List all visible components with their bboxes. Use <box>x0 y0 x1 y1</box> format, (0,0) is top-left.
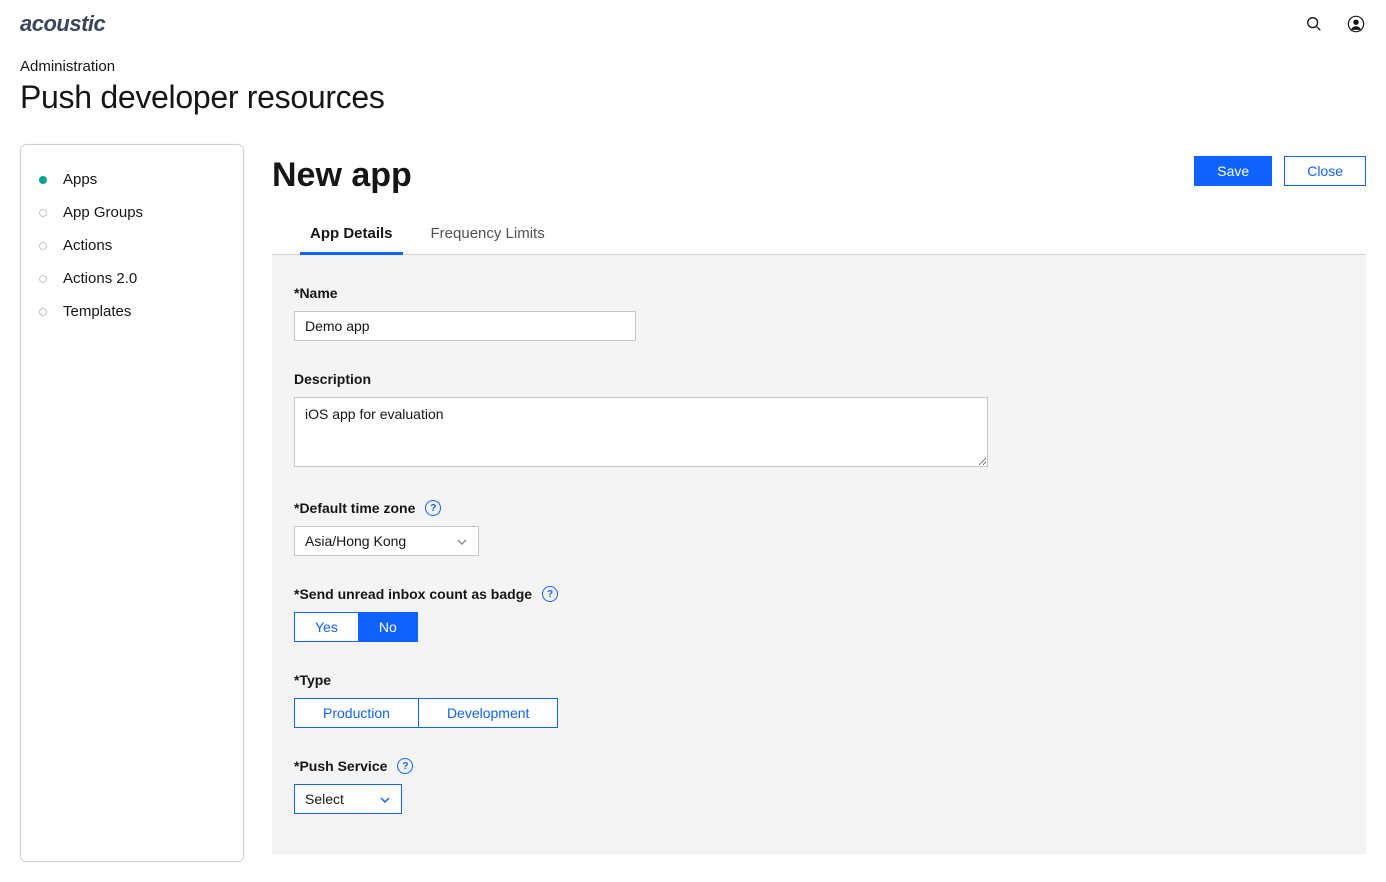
sidebar-nav: Apps App Groups Actions Actions 2.0 Temp… <box>20 144 244 862</box>
topbar-actions <box>1304 14 1366 34</box>
user-account-icon[interactable] <box>1346 14 1366 34</box>
badge-yes-button[interactable]: Yes <box>294 612 359 642</box>
close-button[interactable]: Close <box>1284 156 1366 186</box>
status-dot-icon <box>39 209 47 217</box>
brand-logo: acoustic <box>20 11 105 37</box>
push-service-select[interactable]: Select <box>294 784 402 814</box>
sidebar-item-apps[interactable]: Apps <box>39 163 225 196</box>
main-header: New app Save Close <box>272 144 1366 195</box>
field-type: *Type Production Development <box>294 672 1344 728</box>
push-service-value: Select <box>305 791 344 807</box>
name-input[interactable] <box>294 311 636 341</box>
badge-toggle-group: Yes No <box>294 612 1344 642</box>
sidebar-item-label: Apps <box>63 171 97 188</box>
sidebar-item-label: Templates <box>63 303 131 320</box>
chevron-down-icon <box>456 535 468 547</box>
description-label: Description <box>294 371 1344 387</box>
push-service-label: *Push Service ? <box>294 758 1344 774</box>
search-icon[interactable] <box>1304 14 1324 34</box>
push-service-label-text: *Push Service <box>294 758 387 774</box>
topbar: acoustic <box>0 0 1386 48</box>
header-actions: Save Close <box>1194 156 1366 186</box>
tab-app-details[interactable]: App Details <box>272 213 421 254</box>
sidebar-item-label: Actions 2.0 <box>63 270 137 287</box>
field-description: Description <box>294 371 1344 470</box>
sidebar-item-actions-2[interactable]: Actions 2.0 <box>39 262 225 295</box>
field-push-service: *Push Service ? Select <box>294 758 1344 814</box>
save-button[interactable]: Save <box>1194 156 1272 186</box>
type-development-button[interactable]: Development <box>419 698 559 728</box>
badge-label-text: *Send unread inbox count as badge <box>294 586 532 602</box>
sidebar-item-label: Actions <box>63 237 112 254</box>
name-label: *Name <box>294 285 1344 301</box>
chevron-down-icon <box>379 793 391 805</box>
sidebar-item-label: App Groups <box>63 204 143 221</box>
status-dot-icon <box>39 242 47 250</box>
timezone-label: *Default time zone ? <box>294 500 1344 516</box>
field-timezone: *Default time zone ? Asia/Hong Kong <box>294 500 1344 556</box>
field-badge: *Send unread inbox count as badge ? Yes … <box>294 586 1344 642</box>
form-panel: *Name Description *Default time zone ? A… <box>272 255 1366 854</box>
status-dot-icon <box>39 308 47 316</box>
type-label: *Type <box>294 672 1344 688</box>
breadcrumb[interactable]: Administration <box>20 58 1366 75</box>
help-icon[interactable]: ? <box>397 758 413 774</box>
badge-no-button[interactable]: No <box>359 612 418 642</box>
type-toggle-group: Production Development <box>294 698 1344 728</box>
field-name: *Name <box>294 285 1344 341</box>
status-dot-icon <box>39 176 47 184</box>
sidebar-item-actions[interactable]: Actions <box>39 229 225 262</box>
type-production-button[interactable]: Production <box>294 698 419 728</box>
timezone-label-text: *Default time zone <box>294 500 415 516</box>
tab-frequency-limits[interactable]: Frequency Limits <box>421 213 571 254</box>
sidebar-item-app-groups[interactable]: App Groups <box>39 196 225 229</box>
main-content: New app Save Close App Details Frequency… <box>272 144 1366 854</box>
description-input[interactable] <box>294 397 988 467</box>
tab-list: App Details Frequency Limits <box>272 213 1366 255</box>
sidebar-item-templates[interactable]: Templates <box>39 295 225 328</box>
page-header: Administration Push developer resources <box>0 48 1386 116</box>
main-title: New app <box>272 156 412 195</box>
timezone-value: Asia/Hong Kong <box>305 533 406 549</box>
timezone-select[interactable]: Asia/Hong Kong <box>294 526 479 556</box>
page-title: Push developer resources <box>20 79 1366 116</box>
badge-label: *Send unread inbox count as badge ? <box>294 586 1344 602</box>
help-icon[interactable]: ? <box>542 586 558 602</box>
help-icon[interactable]: ? <box>425 500 441 516</box>
status-dot-icon <box>39 275 47 283</box>
